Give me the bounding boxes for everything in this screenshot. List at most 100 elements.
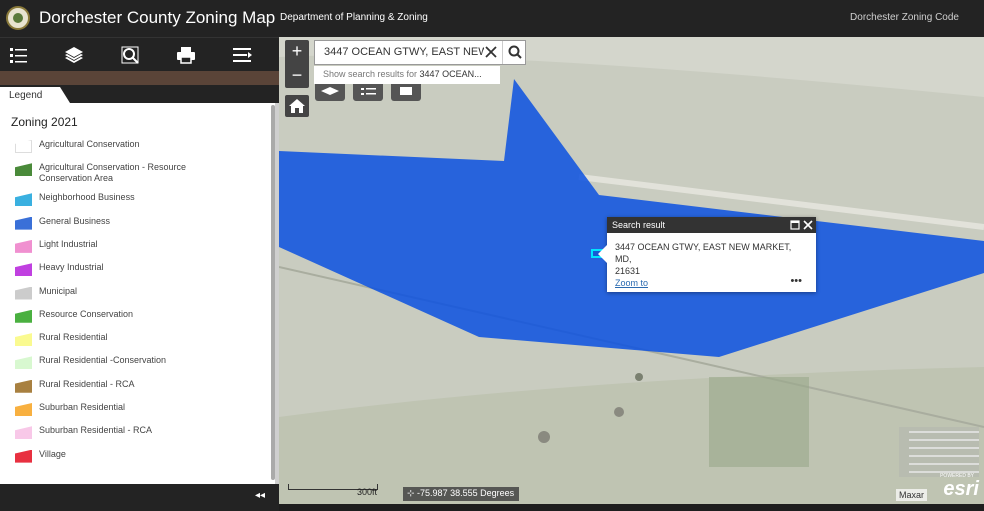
- legend-swatch: [15, 449, 32, 463]
- legend-label: Agricultural Conservation: [39, 139, 140, 149]
- zoom-out-button[interactable]: −: [285, 64, 309, 88]
- map-view[interactable]: + − Show search results for 3447 OCEAN..…: [279, 37, 984, 511]
- zoom-control: + −: [285, 40, 309, 88]
- more-options-button[interactable]: •••: [790, 275, 802, 287]
- suggestion-term: 3447 OCEAN...: [419, 69, 482, 79]
- legend-item: Suburban Residential - RCA: [15, 425, 219, 440]
- search-result-popup: Search result 3447 OCEAN GTWY, EAST NEW …: [598, 217, 816, 292]
- search-icon: [508, 45, 522, 59]
- crosshair-icon: ⊹: [407, 488, 418, 498]
- legend-swatch: [15, 356, 32, 370]
- close-icon[interactable]: [803, 220, 813, 230]
- clear-search-button[interactable]: [483, 44, 499, 60]
- legend-label: Village: [39, 448, 66, 459]
- popup-header: Search result: [607, 217, 816, 233]
- print-float-button[interactable]: [391, 83, 421, 101]
- legend-item: Heavy Industrial: [15, 262, 219, 277]
- legend-item: Agricultural Conservation: [15, 139, 219, 153]
- app-root: Dorchester County Zoning Map Department …: [0, 0, 984, 511]
- layers-icon: [321, 87, 339, 95]
- legend-label: Light Industrial: [39, 238, 98, 249]
- legend-item: Rural Residential - RCA: [15, 379, 219, 393]
- zoning-code-link[interactable]: Dorchester Zoning Code: [850, 12, 959, 23]
- suggestion-prefix: Show search results for: [323, 69, 420, 79]
- legend-item: Light Industrial: [15, 239, 219, 253]
- layers-float-button[interactable]: [315, 83, 345, 101]
- legend-item: Resource Conservation: [15, 309, 219, 323]
- legend-swatch: [15, 309, 32, 323]
- legend-swatch: [15, 403, 32, 416]
- legend-label: Agricultural Conservation - Resource Con…: [39, 162, 187, 184]
- legend-label: Suburban Residential: [39, 402, 126, 412]
- popup-address-line2: 21631: [615, 266, 641, 276]
- panel-footer: ◂◂: [0, 484, 279, 511]
- legend-tab-row: Legend: [0, 85, 279, 103]
- widget-toolbar: [0, 37, 279, 71]
- divider-bar: [0, 71, 279, 85]
- search-button[interactable]: [502, 41, 526, 64]
- legend-label: Municipal: [39, 285, 78, 296]
- app-title: Dorchester County Zoning Map: [39, 8, 276, 27]
- home-button[interactable]: [285, 95, 309, 117]
- legend-label: General Business: [39, 215, 111, 226]
- app-subtitle: Department of Planning & Zoning: [280, 12, 428, 23]
- legend-item: Rural Residential: [15, 332, 219, 347]
- legend-item: Rural Residential -Conservation: [15, 355, 219, 370]
- legend-swatch: [15, 333, 32, 347]
- popup-address-line1: 3447 OCEAN GTWY, EAST NEW MARKET, MD,: [615, 242, 792, 264]
- legend-swatch: [15, 140, 32, 153]
- legend-swatch: [15, 193, 32, 207]
- legend-swatch: [15, 286, 32, 300]
- coordinate-text: -75.987 38.555 Degrees: [417, 488, 515, 498]
- legend-swatch: [15, 239, 32, 253]
- app-header: Dorchester County Zoning Map Department …: [0, 0, 984, 37]
- home-icon: [289, 99, 305, 113]
- legend-swatch: [15, 379, 32, 393]
- search-map-icon[interactable]: [119, 44, 141, 66]
- map-bottom-bar: [279, 504, 984, 511]
- search-widget: [314, 40, 526, 65]
- legend-swatch: [15, 163, 32, 177]
- legend-item: Neighborhood Business: [15, 192, 219, 207]
- list-icon[interactable]: [8, 44, 30, 66]
- legend-label: Resource Conservation: [39, 308, 134, 319]
- legend-item: Suburban Residential: [15, 402, 219, 416]
- legend-title: Zoning 2021: [11, 115, 78, 129]
- map-attribution: Maxar: [895, 489, 927, 501]
- print-icon[interactable]: [175, 44, 197, 66]
- menu-icon[interactable]: [231, 44, 253, 66]
- zoom-to-link[interactable]: Zoom to: [615, 278, 648, 288]
- legend-scrollbar[interactable]: [271, 105, 275, 480]
- legend-swatch: [15, 426, 32, 440]
- county-seal-logo: [6, 6, 30, 30]
- legend-panel: Zoning 2021 Agricultural Conservation Agr…: [0, 103, 279, 484]
- search-input[interactable]: [324, 46, 484, 58]
- legend-item: Municipal: [15, 286, 219, 300]
- legend-item: General Business: [15, 216, 219, 230]
- close-icon: [485, 46, 497, 58]
- search-suggestion[interactable]: Show search results for 3447 OCEAN...: [314, 66, 500, 84]
- print-icon: [400, 87, 412, 95]
- list-float-button[interactable]: [353, 83, 383, 101]
- legend-swatch: [15, 216, 32, 230]
- legend-label: Heavy Industrial: [39, 262, 104, 273]
- esri-logo: POWERED BY esri: [940, 473, 979, 500]
- legend-label: Rural Residential: [39, 332, 108, 343]
- scale-label: 300ft: [357, 487, 378, 497]
- maximize-icon[interactable]: [790, 220, 800, 230]
- tab-legend[interactable]: Legend: [0, 87, 70, 103]
- legend-item: Agricultural Conservation - Resource Con…: [15, 162, 219, 184]
- layers-icon[interactable]: [63, 44, 85, 66]
- collapse-panel-button[interactable]: ◂◂: [255, 490, 265, 501]
- popup-title: Search result: [612, 220, 666, 230]
- legend-label: Rural Residential -Conservation: [39, 355, 167, 366]
- list-icon: [361, 88, 376, 95]
- popup-content: 3447 OCEAN GTWY, EAST NEW MARKET, MD, 21…: [607, 233, 816, 277]
- legend-label: Neighborhood Business: [39, 192, 135, 203]
- coordinate-readout: ⊹ -75.987 38.555 Degrees: [403, 487, 520, 501]
- legend-label: Rural Residential - RCA: [39, 378, 135, 389]
- popup-pointer: [598, 245, 607, 263]
- legend-item: Village: [15, 449, 219, 463]
- zoom-in-button[interactable]: +: [285, 40, 309, 64]
- legend-label: Suburban Residential - RCA: [39, 425, 153, 436]
